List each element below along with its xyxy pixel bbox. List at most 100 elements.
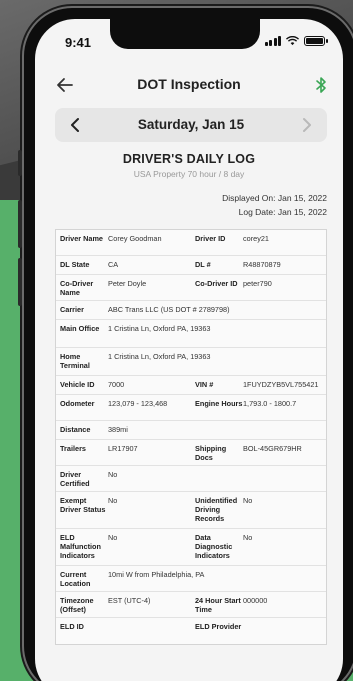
phone-side-button — [18, 150, 22, 176]
app-screen: 9:41 DOT Inspection Saturday, Jan 15 DRI… — [35, 19, 343, 681]
current-location-cell: Current Location 10mi W from Philadelphi… — [56, 566, 326, 591]
exempt-driver-status-value: No — [108, 496, 118, 505]
table-row: Main Office 1 Cristina Ln, Oxford PA, 19… — [56, 320, 326, 348]
table-row: ELD ID ELD Provider — [56, 618, 326, 644]
trailers-value: LR17907 — [108, 444, 138, 453]
cellular-signal-icon — [264, 36, 281, 46]
driver-id-cell: Driver ID corey21 — [191, 230, 326, 255]
dl-number-value: R48870879 — [243, 260, 281, 269]
data-diagnostic-value: No — [243, 533, 253, 542]
field-label: DL State — [60, 260, 90, 269]
co-driver-id-cell: Co-Driver ID peter790 — [191, 275, 326, 300]
wifi-icon — [286, 36, 299, 46]
field-label: Driver Certified — [60, 470, 90, 489]
timezone-cell: Timezone (Offset) EST (UTC-4) — [56, 592, 191, 617]
phone-side-button — [18, 200, 22, 248]
nav-bar: DOT Inspection — [35, 63, 343, 107]
vehicle-id-cell: Vehicle ID 7000 — [56, 376, 191, 394]
timezone-value: EST (UTC-4) — [108, 596, 151, 605]
eld-id-value — [108, 622, 187, 640]
main-office-cell: Main Office 1 Cristina Ln, Oxford PA, 19… — [56, 320, 326, 347]
co-driver-name-cell: Co-Driver Name Peter Doyle — [56, 275, 191, 300]
field-label: Co-Driver Name — [60, 279, 94, 298]
chevron-right-icon[interactable] — [297, 116, 315, 134]
field-label: Vehicle ID — [60, 380, 95, 389]
table-row: Distance 389mi — [56, 421, 326, 440]
table-row: DL State CA DL # R48870879 — [56, 256, 326, 275]
distance-value: 389mi — [108, 425, 128, 434]
eld-malfunction-cell: ELD Malfunction Indicators No — [56, 529, 191, 565]
field-label: Trailers — [60, 444, 86, 453]
status-time: 9:41 — [65, 35, 92, 50]
table-row: Driver Name Corey Goodman Driver ID core… — [56, 230, 326, 256]
field-label: ELD Malfunction Indicators — [60, 533, 101, 561]
driver-id-value: corey21 — [243, 234, 269, 243]
log-info-table: Driver Name Corey Goodman Driver ID core… — [55, 229, 327, 645]
field-label: Driver ID — [195, 234, 226, 243]
driver-certified-value: No — [108, 470, 118, 479]
status-bar: 9:41 — [35, 19, 343, 63]
dl-number-cell: DL # R48870879 — [191, 256, 326, 274]
table-row: Odometer 123,079 - 123,468 Engine Hours … — [56, 395, 326, 421]
eld-provider-value — [243, 622, 322, 640]
odometer-cell: Odometer 123,079 - 123,468 — [56, 395, 191, 420]
date-selector: Saturday, Jan 15 — [55, 108, 327, 142]
eld-provider-cell: ELD Provider — [191, 618, 326, 644]
field-label: Odometer — [60, 399, 95, 408]
start-time-cell: 24 Hour Start Time 000000 — [191, 592, 326, 617]
field-label: Data Diagnostic Indicators — [195, 533, 233, 561]
field-label: VIN # — [195, 380, 214, 389]
main-office-value: 1 Cristina Ln, Oxford PA, 19363 — [108, 324, 211, 333]
bluetooth-icon[interactable] — [313, 75, 329, 95]
phone-side-button — [18, 258, 22, 306]
shipping-docs-cell: Shipping Docs BOL-45GR679HR — [191, 440, 326, 465]
eld-malfunction-value: No — [108, 533, 118, 542]
table-row: Current Location 10mi W from Philadelphi… — [56, 566, 326, 592]
current-location-value: 10mi W from Philadelphia, PA — [108, 570, 205, 579]
table-row: Co-Driver Name Peter Doyle Co-Driver ID … — [56, 275, 326, 301]
vehicle-id-value: 7000 — [108, 380, 125, 389]
home-terminal-cell: Home Terminal 1 Cristina Ln, Oxford PA, … — [56, 348, 326, 375]
co-driver-id-value: peter790 — [243, 279, 272, 288]
table-row: Carrier ABC Trans LLC (US DOT # 2789798) — [56, 301, 326, 320]
table-row: Vehicle ID 7000 VIN # 1FUYDZYB5VL755421 — [56, 376, 326, 395]
selected-date: Saturday, Jan 15 — [137, 117, 245, 132]
field-label: Engine Hours — [195, 399, 243, 408]
engine-hours-cell: Engine Hours 1,793.0 - 1800.7 — [191, 395, 326, 420]
field-label: Carrier — [60, 305, 84, 314]
field-label: Current Location — [60, 570, 91, 589]
engine-hours-value: 1,793.0 - 1800.7 — [243, 399, 297, 408]
data-diagnostic-cell: Data Diagnostic Indicators No — [191, 529, 326, 565]
unidentified-driving-records-cell: Unidentified Driving Records No — [191, 492, 326, 528]
field-label: Main Office — [60, 324, 100, 333]
field-label: Exempt Driver Status — [60, 496, 106, 515]
log-date: Log Date: Jan 15, 2022 — [238, 207, 327, 217]
dl-state-value: CA — [108, 260, 119, 269]
driver-name-cell: Driver Name Corey Goodman — [56, 230, 191, 255]
co-driver-name-value: Peter Doyle — [108, 279, 147, 288]
field-label: Unidentified Driving Records — [195, 496, 238, 524]
table-row: Exempt Driver Status No Unidentified Dri… — [56, 492, 326, 529]
log-subtitle: USA Property 70 hour / 8 day — [133, 169, 245, 179]
dl-state-cell: DL State CA — [56, 256, 191, 274]
carrier-cell: Carrier ABC Trans LLC (US DOT # 2789798) — [56, 301, 326, 319]
driver-name-value: Corey Goodman — [108, 234, 162, 243]
odometer-value: 123,079 - 123,468 — [108, 399, 168, 408]
battery-icon — [304, 36, 328, 46]
notch — [110, 19, 260, 49]
field-label: Home Terminal — [60, 352, 90, 371]
field-label: Driver Name — [60, 234, 103, 243]
field-label: Shipping Docs — [195, 444, 227, 463]
table-row: Timezone (Offset) EST (UTC-4) 24 Hour St… — [56, 592, 326, 618]
table-row: ELD Malfunction Indicators No Data Diagn… — [56, 529, 326, 566]
shipping-docs-value: BOL-45GR679HR — [243, 444, 302, 453]
displayed-on: Displayed On: Jan 15, 2022 — [222, 193, 327, 203]
field-label: DL # — [195, 260, 211, 269]
table-row: Home Terminal 1 Cristina Ln, Oxford PA, … — [56, 348, 326, 376]
unidentified-driving-records-value: No — [243, 496, 253, 505]
carrier-value: ABC Trans LLC (US DOT # 2789798) — [108, 305, 230, 314]
eld-id-cell: ELD ID — [56, 618, 191, 644]
field-label: Distance — [60, 425, 91, 434]
vin-value: 1FUYDZYB5VL755421 — [243, 380, 319, 389]
vin-cell: VIN # 1FUYDZYB5VL755421 — [191, 376, 326, 394]
